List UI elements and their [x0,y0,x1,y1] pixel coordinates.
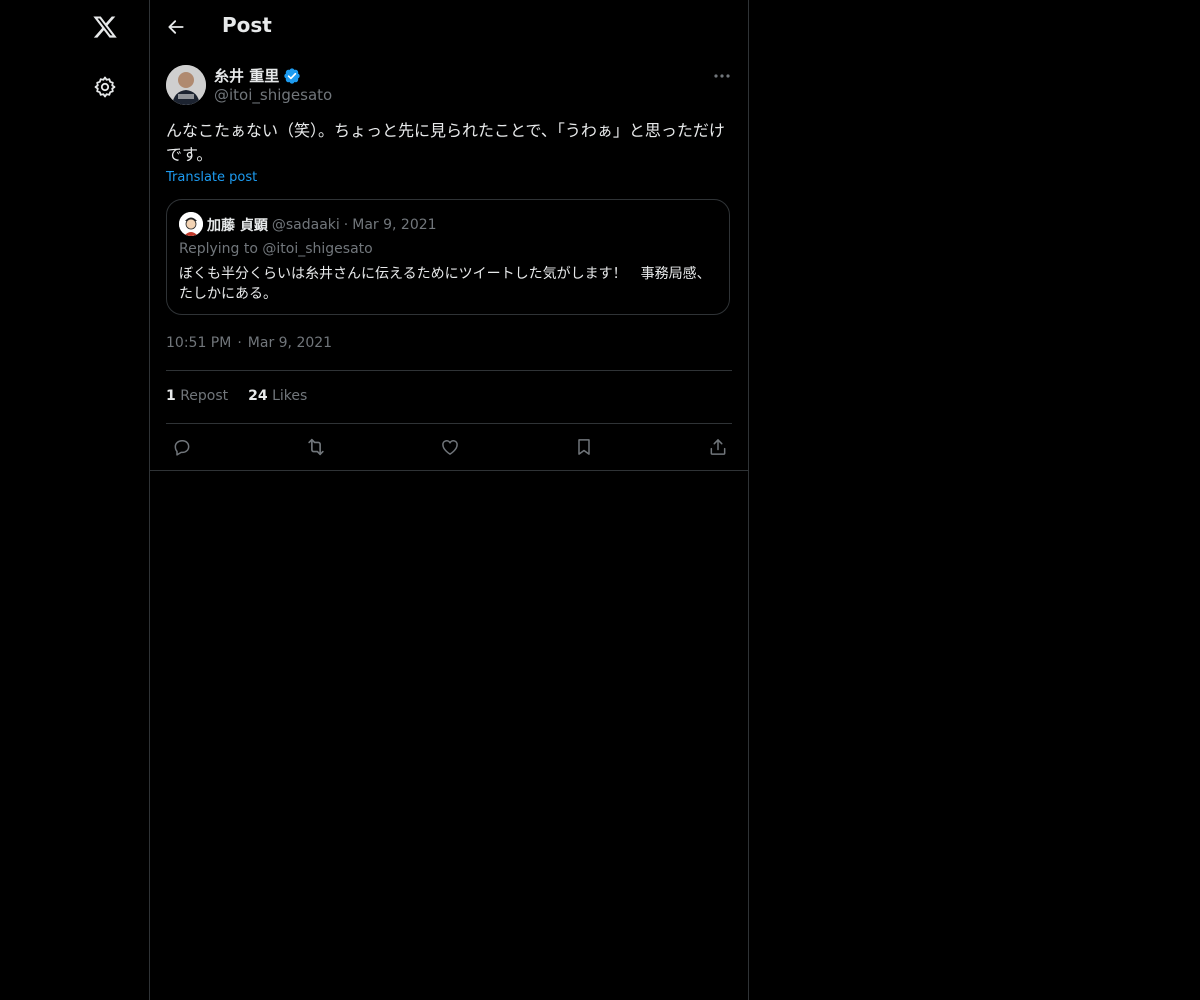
quote-date: Mar 9, 2021 [352,217,437,233]
quote-author-name: 加藤 貞顕 [207,218,268,234]
post-time[interactable]: 10:51 PM [166,335,231,351]
author-name-row: 糸井 重里 [214,65,301,86]
like-button[interactable] [438,435,462,459]
post-stats: 1 Repost 24 Likes [166,388,307,404]
repost-icon [308,438,324,456]
divider [150,470,748,471]
reposts-count: 1 [166,388,176,404]
gear-icon[interactable] [91,73,119,101]
reposts-label: Repost [180,388,229,404]
more-options-button[interactable] [712,66,732,86]
repost-button[interactable] [304,435,328,459]
x-logo-icon[interactable] [90,12,120,42]
share-button[interactable] [706,435,730,459]
quote-separator: · [343,217,349,233]
bookmark-button[interactable] [572,435,596,459]
author-name[interactable]: 糸井 重里 [214,65,279,86]
arrow-left-icon [168,20,184,34]
reply-button[interactable] [170,435,194,459]
likes-stat[interactable]: 24 Likes [248,388,307,404]
post-header: Post [150,0,748,54]
page-title: Post [222,13,272,37]
like-icon [442,440,458,455]
timestamp-separator: · [237,335,242,351]
quote-header: 加藤 貞顕 @sadaaki · Mar 9, 2021 [207,215,437,235]
quoted-post[interactable]: 加藤 貞顕 @sadaaki · Mar 9, 2021 Replying to… [166,199,730,315]
post-column: Post 糸井 重里 @itoi_shigesato んなこたぁない（笑）。ちょ… [149,0,749,1000]
post-date[interactable]: Mar 9, 2021 [248,335,332,351]
verified-badge-icon [284,67,300,84]
quote-replying-to: Replying to @itoi_shigesato [179,241,373,257]
back-button[interactable] [164,15,188,39]
share-icon [710,439,726,455]
reposts-stat[interactable]: 1 Repost [166,388,228,404]
author-handle[interactable]: @itoi_shigesato [214,86,332,104]
post-text: んなこたぁない（笑）。ちょっと先に見られたことで、「うわぁ」と思っただけです。 [166,121,725,164]
divider [166,370,732,371]
bookmark-icon [578,439,590,455]
likes-count: 24 [248,388,268,404]
divider [166,423,732,424]
translate-post-link[interactable]: Translate post [166,170,257,185]
more-icon [714,74,730,78]
quote-author-avatar [179,212,203,236]
author-avatar[interactable] [166,65,206,105]
quote-author-handle: @sadaaki [271,217,340,233]
likes-label: Likes [272,388,308,404]
quote-text: ぼくも半分くらいは糸井さんに伝えるためにツイートした気がします！ 事務局感、たし… [179,266,711,302]
post-timestamp: 10:51 PM · Mar 9, 2021 [166,335,332,351]
left-nav [0,0,149,1000]
reply-icon [174,440,190,456]
